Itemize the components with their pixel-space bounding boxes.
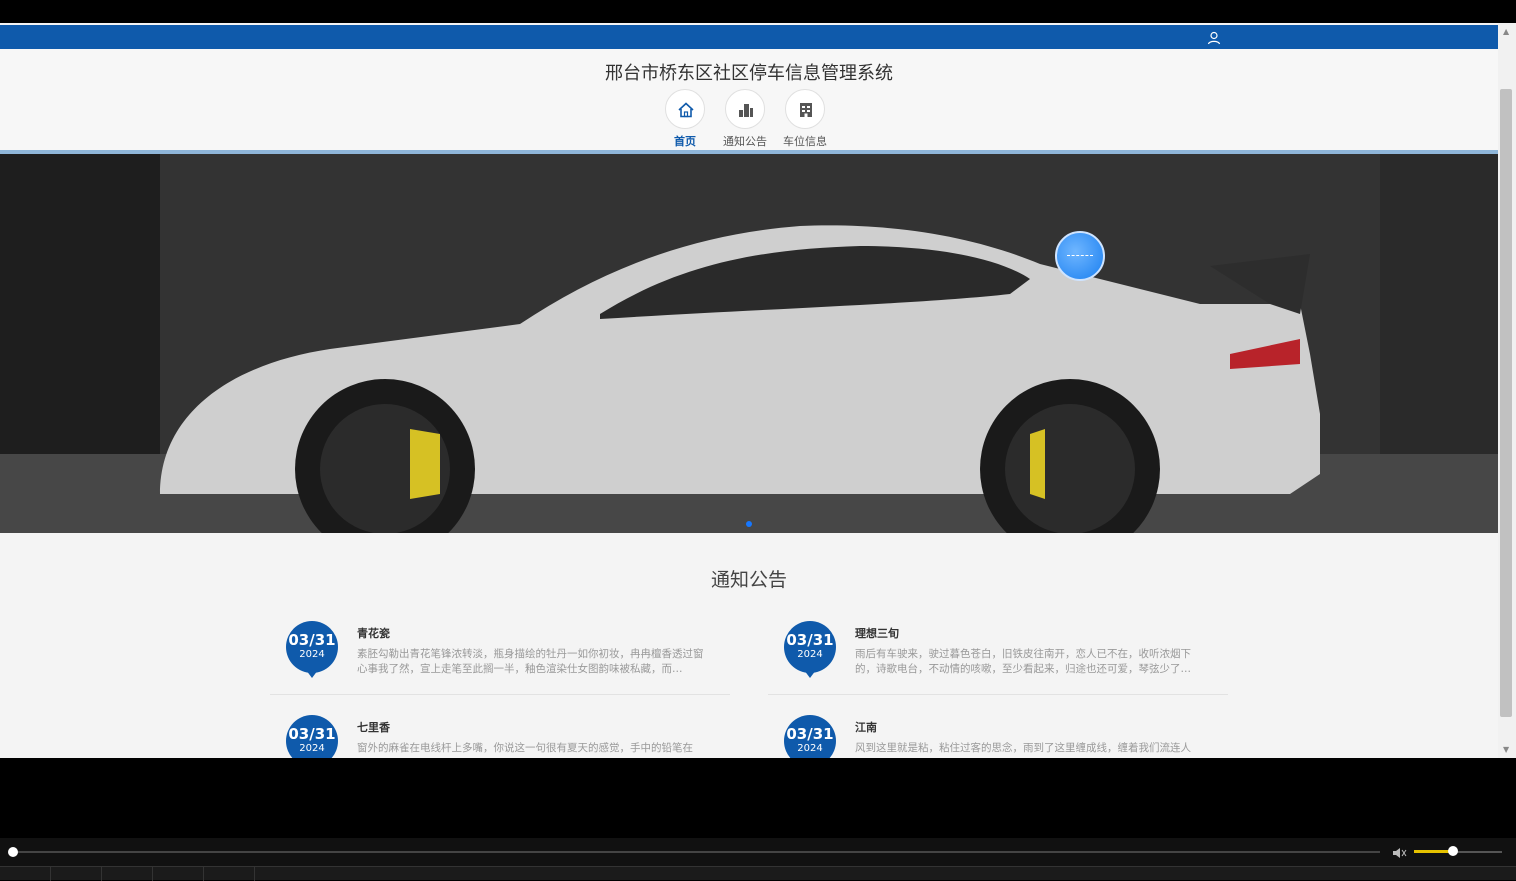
notice-body: 素胚勾勒出青花笔锋浓转淡，瓶身描绘的牡丹一如你初妆，冉冉檀香透过窗心事我了然，宣… (357, 648, 704, 675)
notice-title[interactable]: 七里香 (357, 719, 390, 735)
notice-item[interactable]: 03/31 2024 理想三旬 雨后有车驶来，驶过暮色苍白，旧铁皮往南开，恋人已… (768, 621, 1228, 696)
nav-label-parking: 车位信息 (783, 135, 827, 148)
taskbar (0, 866, 1516, 881)
main-nav: 首页 通知公告 车位信息 (0, 89, 1498, 149)
divider (270, 694, 730, 695)
notice-body: 风到这里就是粘，粘住过客的思念，雨到了这里缠成线，缠着我们流连人 (855, 742, 1191, 754)
date-month-day: 03/31 (288, 725, 336, 743)
notice-title[interactable]: 青花瓷 (357, 625, 390, 641)
notice-item[interactable]: 03/31 2024 青花瓷 素胚勾勒出青花笔锋浓转淡，瓶身描绘的牡丹一如你初妆… (270, 621, 730, 696)
notice-item[interactable]: 03/31 2024 七里香 窗外的麻雀在电线杆上多嘴，你说这一句很有夏天的感觉… (270, 715, 730, 758)
date-month-day: 03/31 (786, 725, 834, 743)
screen: 邢台市桥东区社区停车信息管理系统 首页 通知公告 车位信息 通知公告 03/31… (0, 0, 1516, 881)
list-icon (800, 103, 812, 117)
home-icon (678, 102, 694, 118)
date-year: 2024 (797, 743, 823, 754)
notice-item[interactable]: 03/31 2024 江南 风到这里就是粘，粘住过客的思念，雨到了这里缠成线，缠… (768, 715, 1228, 758)
nav-item-parking[interactable]: 车位信息 (770, 89, 840, 149)
date-badge: 03/31 2024 (784, 715, 836, 758)
user-icon[interactable] (1207, 30, 1221, 45)
hero-carousel[interactable] (0, 154, 1498, 533)
progress-track[interactable] (14, 851, 1380, 853)
volume-knob[interactable] (1448, 846, 1458, 856)
video-player-controls (0, 838, 1516, 866)
date-month-day: 03/31 (786, 631, 834, 649)
scroll-up-icon[interactable]: ▲ (1503, 27, 1509, 36)
header: 邢台市桥东区社区停车信息管理系统 首页 通知公告 车位信息 (0, 49, 1498, 151)
date-year: 2024 (299, 743, 325, 754)
notice-body: 窗外的麻雀在电线杆上多嘴，你说这一句很有夏天的感觉，手中的铅笔在 (357, 742, 693, 754)
date-badge: 03/31 2024 (286, 621, 338, 678)
notice-title[interactable]: 江南 (855, 719, 877, 735)
building-icon (739, 104, 753, 117)
browser-viewport: 邢台市桥东区社区停车信息管理系统 首页 通知公告 车位信息 通知公告 03/31… (0, 23, 1498, 758)
date-badge: 03/31 2024 (286, 715, 338, 758)
notice-body: 雨后有车驶来，驶过暮色苍白，旧铁皮往南开，恋人已不在，收听浓烟下的，诗歌电台，不… (855, 648, 1191, 675)
date-year: 2024 (299, 649, 325, 660)
site-title: 邢台市桥东区社区停车信息管理系统 (605, 63, 893, 84)
carousel-dot[interactable] (746, 521, 752, 527)
page-scrollbar[interactable]: ▲ ▼ (1498, 23, 1516, 758)
scroll-down-icon[interactable]: ▼ (1503, 745, 1509, 754)
volume-icon[interactable] (1392, 845, 1408, 859)
notices-section-title: 通知公告 (710, 569, 787, 591)
date-month-day: 03/31 (288, 631, 336, 649)
date-year: 2024 (797, 649, 823, 660)
car-image (0, 154, 1498, 533)
date-badge: 03/31 2024 (784, 621, 836, 678)
top-bar (0, 25, 1498, 49)
divider (768, 694, 1228, 695)
progress-knob[interactable] (8, 847, 18, 857)
notice-title[interactable]: 理想三旬 (855, 625, 899, 641)
scrollbar-thumb[interactable] (1500, 89, 1512, 717)
floating-action-button[interactable] (1055, 231, 1105, 281)
